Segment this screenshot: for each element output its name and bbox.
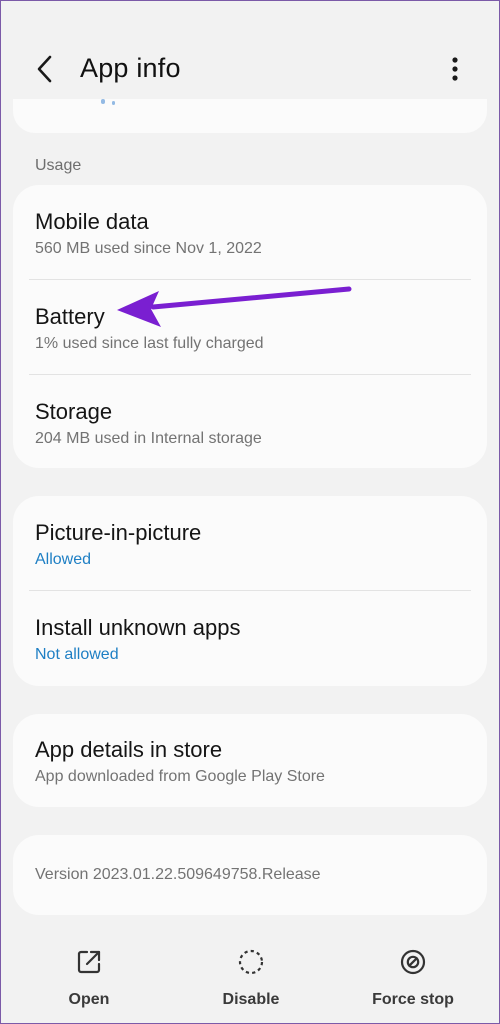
app-bar: App info [1,1,499,109]
list-item-title: Install unknown apps [35,615,241,640]
list-item-subtitle: 204 MB used in Internal storage [35,430,262,447]
status-not-allowed: Not allowed [35,646,119,663]
list-item-storage[interactable]: Storage 204 MB used in Internal storage [13,375,487,468]
list-item-app-details-in-store[interactable]: App details in store App downloaded from… [13,714,487,807]
open-label: Open [68,991,110,1008]
more-vertical-icon [452,57,458,81]
page-title: App info [80,53,181,83]
list-item-battery[interactable]: Battery 1% used since last fully charged [13,280,487,375]
status-allowed: Allowed [35,551,92,568]
force-stop-button[interactable]: Force stop [343,947,483,1017]
list-item-title: Picture-in-picture [35,520,202,545]
scrolled-text-fragment [101,99,105,104]
disable-label: Disable [222,991,280,1008]
scrolled-card-remnant [13,99,487,133]
more-options-button[interactable] [441,51,469,87]
usage-card: Mobile data 560 MB used since Nov 1, 202… [13,185,487,468]
back-button[interactable] [27,51,63,87]
open-button[interactable]: Open [19,947,159,1017]
list-item-mobile-data[interactable]: Mobile data 560 MB used since Nov 1, 202… [13,185,487,280]
disable-dashed-circle-icon [238,949,264,975]
section-label-usage: Usage [35,157,82,174]
list-item-picture-in-picture[interactable]: Picture-in-picture Allowed [13,496,487,591]
chevron-left-icon [37,55,52,83]
store-card: App details in store App downloaded from… [13,714,487,807]
scrolled-text-fragment [112,101,115,105]
list-item-subtitle: 560 MB used since Nov 1, 2022 [35,240,262,257]
list-item-install-unknown-apps[interactable]: Install unknown apps Not allowed [13,591,487,686]
force-stop-label: Force stop [372,991,454,1008]
list-item-title: App details in store [35,737,223,762]
list-item-subtitle: 1% used since last fully charged [35,335,264,352]
version-card: Version 2023.01.22.509649758.Release [13,835,487,915]
list-item-subtitle: App downloaded from Google Play Store [35,768,325,785]
permissions-card: Picture-in-picture Allowed Install unkno… [13,496,487,686]
bottom-action-bar: Open Disable Force stop [1,931,499,1024]
disable-button[interactable]: Disable [181,947,321,1017]
version-text: Version 2023.01.22.509649758.Release [35,866,321,883]
force-stop-icon [400,949,426,975]
list-item-title: Battery [35,304,105,329]
list-item-title: Mobile data [35,209,149,234]
list-item-title: Storage [35,399,113,424]
open-external-icon [77,950,101,974]
